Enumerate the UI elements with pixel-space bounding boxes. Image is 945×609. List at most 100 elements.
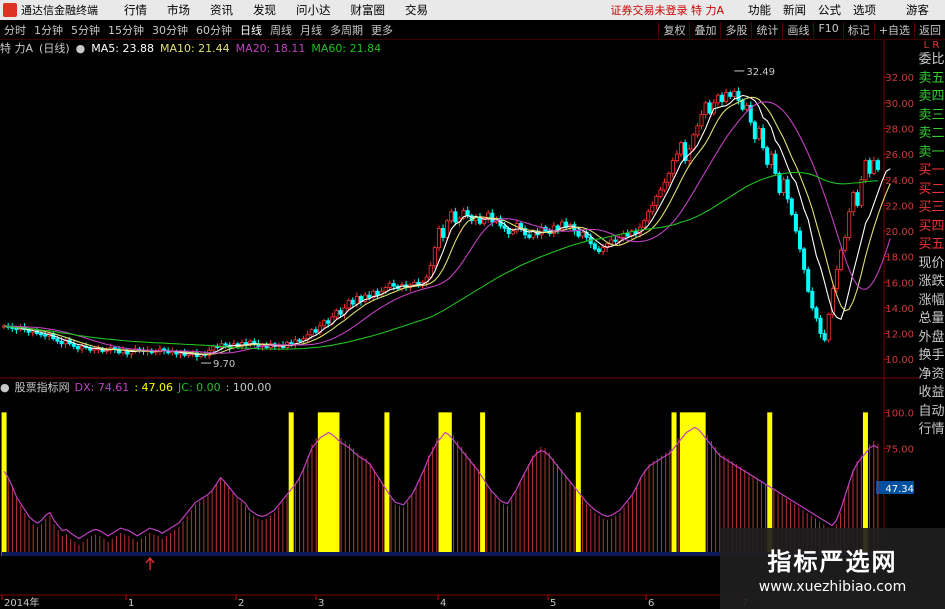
candle-body [810, 290, 815, 309]
period-tab-daily[interactable]: 日线 [236, 22, 266, 38]
candle-body [338, 310, 343, 315]
watermark-url: www.xuezhibiao.com [758, 579, 907, 595]
price-grid [0, 40, 918, 596]
tool-f10-button[interactable]: F10 [813, 21, 842, 38]
time-axis: 2014年1234567 [1, 595, 748, 609]
candle-body [847, 211, 852, 238]
quote-label: 买二 [918, 181, 945, 197]
period-tab-monthly[interactable]: 月线 [296, 22, 326, 38]
period-toolbar: 分时 1分钟 5分钟 15分钟 30分钟 60分钟 日线 周线 月线 多周期 更… [0, 20, 945, 40]
indicator-signal-bar [480, 412, 486, 556]
tool-add-watchlist-button[interactable]: +自选 [873, 21, 914, 38]
tool-back-button[interactable]: 返回 [914, 21, 945, 38]
quote-panel: L R 委比 卖五 卖四 卖三 卖二 卖一 买一 买二 买三 买四 买五 现价 涨跌 涨幅 总量 外盘 换手 净资… [918, 40, 945, 510]
indicator-v4: : 100.00 [225, 380, 272, 394]
watermark: 指标严选网 www.xuezhibiao.com [720, 528, 945, 609]
quote-label: 涨幅 [918, 292, 945, 308]
candle-body [674, 153, 679, 161]
candle-body [851, 192, 856, 213]
menu-item-function[interactable]: 功能 [742, 2, 777, 18]
quote-label: 卖四 [918, 89, 945, 104]
candle-body [826, 313, 831, 341]
candle-body [732, 90, 737, 97]
quote-label: 收益 [918, 385, 945, 400]
candle-body [822, 333, 827, 341]
period-tab-15min[interactable]: 15分钟 [104, 22, 148, 38]
x-tick-label: 3 [318, 598, 324, 609]
candle-body [445, 220, 450, 238]
tool-stats-button[interactable]: 统计 [751, 21, 782, 38]
indicator-signal-bar [700, 412, 706, 556]
candle-body [720, 94, 725, 102]
period-tab-60min[interactable]: 60分钟 [192, 22, 236, 38]
y-tick-label: 20.00 [885, 227, 914, 238]
y-tick-label: 10.00 [885, 355, 914, 366]
candle-body [313, 329, 318, 333]
quote-label: 换手 [918, 348, 945, 363]
tool-adjust-button[interactable]: 复权 [658, 21, 689, 38]
tool-multi-stock-button[interactable]: 多股 [720, 21, 751, 38]
quote-label: 净资 [918, 366, 945, 382]
menu-item-formula[interactable]: 公式 [812, 2, 847, 18]
candle-body [412, 281, 417, 286]
menu-item-news[interactable]: 资讯 [200, 2, 243, 18]
candle-body [14, 328, 19, 331]
candle-body [326, 320, 331, 324]
period-tab-1min[interactable]: 1分钟 [30, 22, 67, 38]
menu-item-trade[interactable]: 交易 [395, 2, 438, 18]
menu-item-quotes[interactable]: 行情 [114, 2, 157, 18]
candle-body [867, 160, 872, 174]
settings-icon[interactable]: ● [76, 42, 86, 55]
quote-label: 自动 [918, 403, 945, 419]
candle-body [818, 317, 823, 334]
quote-label: 涨跌 [918, 274, 945, 289]
candle-body [785, 179, 790, 200]
period-tab-multi[interactable]: 多周期 [326, 22, 367, 38]
candle-body [736, 90, 741, 101]
candle-body [646, 211, 651, 222]
x-tick-label: 2014年 [4, 596, 39, 609]
candle-body [322, 320, 327, 327]
candle-body [482, 219, 487, 224]
stock-name: 特 力A [0, 42, 34, 55]
candle-body [724, 92, 729, 102]
candle-body [601, 247, 606, 252]
menu-item-discover[interactable]: 发现 [243, 2, 286, 18]
login-status-text[interactable]: 证券交易未登录 特 力A [610, 2, 724, 18]
quote-label: 卖五 [918, 70, 945, 86]
menu-item-wealth[interactable]: 财富圈 [341, 2, 396, 18]
x-tick-label: 1 [128, 598, 134, 609]
menu-item-market[interactable]: 市场 [157, 2, 200, 18]
period-tab-more[interactable]: 更多 [367, 22, 397, 38]
y-tick-label: 16.00 [885, 278, 914, 289]
candle-body [761, 128, 766, 149]
kline-chart[interactable]: 32.00 30.00 28.00 26.00 24.00 22.00 20.00 18.00… [0, 40, 945, 609]
candle-body [855, 192, 860, 206]
period-tab-weekly[interactable]: 周线 [266, 22, 296, 38]
y-tick-label: 32.00 [885, 73, 914, 84]
period-tab-5min[interactable]: 5分钟 [67, 22, 104, 38]
tool-overlay-button[interactable]: 叠加 [689, 21, 720, 38]
menu-item-options[interactable]: 选项 [847, 2, 882, 18]
quote-panel-header[interactable]: L R [924, 40, 940, 51]
y-tick-label: 22.00 [885, 201, 914, 212]
x-tick-label: 2 [238, 598, 244, 609]
candle-body [510, 230, 515, 234]
candle-body [453, 211, 458, 223]
tool-draw-button[interactable]: 画线 [782, 21, 813, 38]
menu-item-ask[interactable]: 问小达 [286, 2, 341, 18]
tool-mark-button[interactable]: 标记 [842, 21, 874, 38]
period-tag: (日线) [39, 42, 70, 55]
app-logo-icon [3, 3, 17, 17]
candle-body [843, 237, 848, 251]
candle-body [752, 121, 757, 140]
indicator-settings-icon[interactable]: ● [0, 381, 10, 394]
guest-button[interactable]: 游客 [900, 2, 935, 18]
candle-body [305, 334, 310, 340]
indicator-v2: : 47.06 [134, 380, 174, 394]
menu-item-newsfeed[interactable]: 新闻 [777, 2, 812, 18]
period-tab-30min[interactable]: 30分钟 [148, 22, 192, 38]
period-tab-intraday[interactable]: 分时 [0, 22, 30, 38]
candle-body [55, 338, 60, 342]
y-tick-label: 26.00 [885, 150, 914, 161]
